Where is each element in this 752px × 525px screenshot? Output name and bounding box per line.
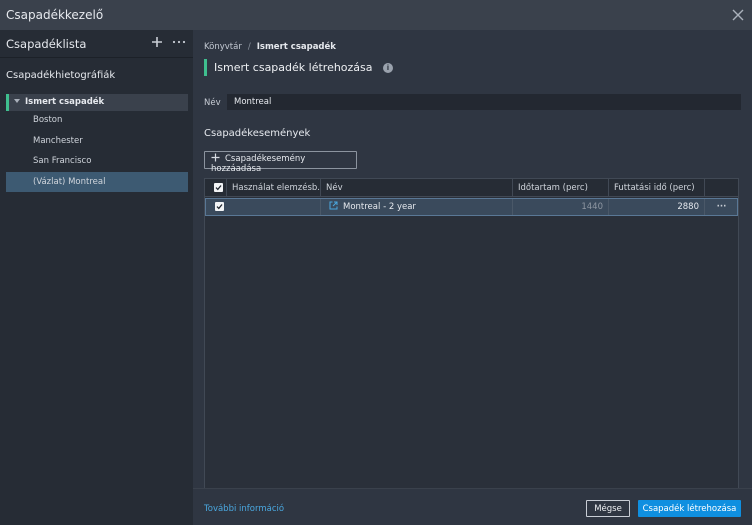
use-in-analysis-checkbox[interactable] xyxy=(215,202,224,211)
column-header-use-in-analysis[interactable]: Használat elemzésb... xyxy=(227,179,321,197)
sidebar-item-manchester[interactable]: Manchester xyxy=(6,131,188,151)
event-name: Montreal - 2 year xyxy=(343,202,416,212)
name-label: Név xyxy=(204,98,221,108)
sidebar-item-label: (Vázlat) Montreal xyxy=(33,177,106,187)
info-icon[interactable]: i xyxy=(383,63,393,73)
add-icon[interactable] xyxy=(150,35,164,49)
name-cell: Montreal - 2 year xyxy=(321,199,513,215)
sidebar-item-label: Boston xyxy=(33,115,63,125)
close-icon[interactable] xyxy=(729,6,747,24)
add-event-button[interactable]: Csapadékesemény hozzáadása xyxy=(204,151,357,174)
add-event-button-label: Csapadékesemény hozzáadása xyxy=(211,154,306,174)
events-table: Használat elemzésb... Név Időtartam (per… xyxy=(204,178,739,508)
footer: További információ Mégse Csapadék létreh… xyxy=(193,488,752,525)
column-header-name[interactable]: Név xyxy=(321,179,513,197)
duration-cell: 1440 xyxy=(513,199,609,215)
more-options-icon[interactable] xyxy=(171,35,187,49)
breadcrumb: Könyvtár / Ismert csapadék xyxy=(204,42,336,52)
table-header: Használat elemzésb... Név Időtartam (per… xyxy=(205,179,738,197)
sidebar-title: Csapadéklista xyxy=(6,37,87,51)
events-section-title: Csapadékesemények xyxy=(204,128,311,139)
column-header-run-time[interactable]: Futtatási idő (perc) xyxy=(609,179,705,197)
sidebar-item-label: Manchester xyxy=(33,136,83,146)
breadcrumb-current: Ismert csapadék xyxy=(256,42,336,52)
breadcrumb-separator: / xyxy=(247,42,251,52)
sidebar-item-montreal-draft[interactable]: (Vázlat) Montreal xyxy=(6,172,188,192)
chevron-down-icon[interactable] xyxy=(14,99,20,103)
cancel-button[interactable]: Mégse xyxy=(586,500,630,517)
sidebar-item-san-francisco[interactable]: San Francisco xyxy=(6,151,188,171)
column-header-duration[interactable]: Időtartam (perc) xyxy=(513,179,609,197)
sidebar-header: Csapadéklista xyxy=(0,30,193,58)
sidebar-item-boston[interactable]: Boston xyxy=(6,110,188,130)
sidebar-item-label: San Francisco xyxy=(33,156,92,166)
main-panel: Könyvtár / Ismert csapadék Ismert csapadék… xyxy=(193,30,752,525)
breadcrumb-root[interactable]: Könyvtár xyxy=(204,42,242,52)
page-title: Ismert csapadék létrehozása i xyxy=(204,59,393,76)
use-in-analysis-cell xyxy=(206,199,321,215)
run-time-cell[interactable]: 2880 xyxy=(609,199,705,215)
name-input[interactable] xyxy=(227,94,741,110)
create-rainfall-button[interactable]: Csapadék létrehozása xyxy=(638,500,741,517)
tree-group-known-rainfall[interactable]: Ismert csapadék xyxy=(6,94,188,111)
plus-icon xyxy=(211,153,220,162)
header-select-all-cell xyxy=(205,179,227,197)
page-title-text: Ismert csapadék létrehozása xyxy=(214,61,373,74)
title-bar: Csapadékkezelő xyxy=(0,0,752,30)
row-more-options-icon[interactable]: ··· xyxy=(705,199,738,215)
table-row[interactable]: Montreal - 2 year 1440 2880 ··· xyxy=(205,198,738,216)
sidebar-section-title: Csapadékhietográfiák xyxy=(6,70,116,81)
sidebar: Csapadéklista Csapadékhietográfiák Ismer… xyxy=(0,30,193,525)
select-all-checkbox[interactable] xyxy=(214,183,223,192)
tree-group-label: Ismert csapadék xyxy=(25,97,105,107)
more-info-link[interactable]: További információ xyxy=(204,504,284,514)
external-link-icon[interactable] xyxy=(329,201,338,210)
window-title: Csapadékkezelő xyxy=(6,8,104,22)
